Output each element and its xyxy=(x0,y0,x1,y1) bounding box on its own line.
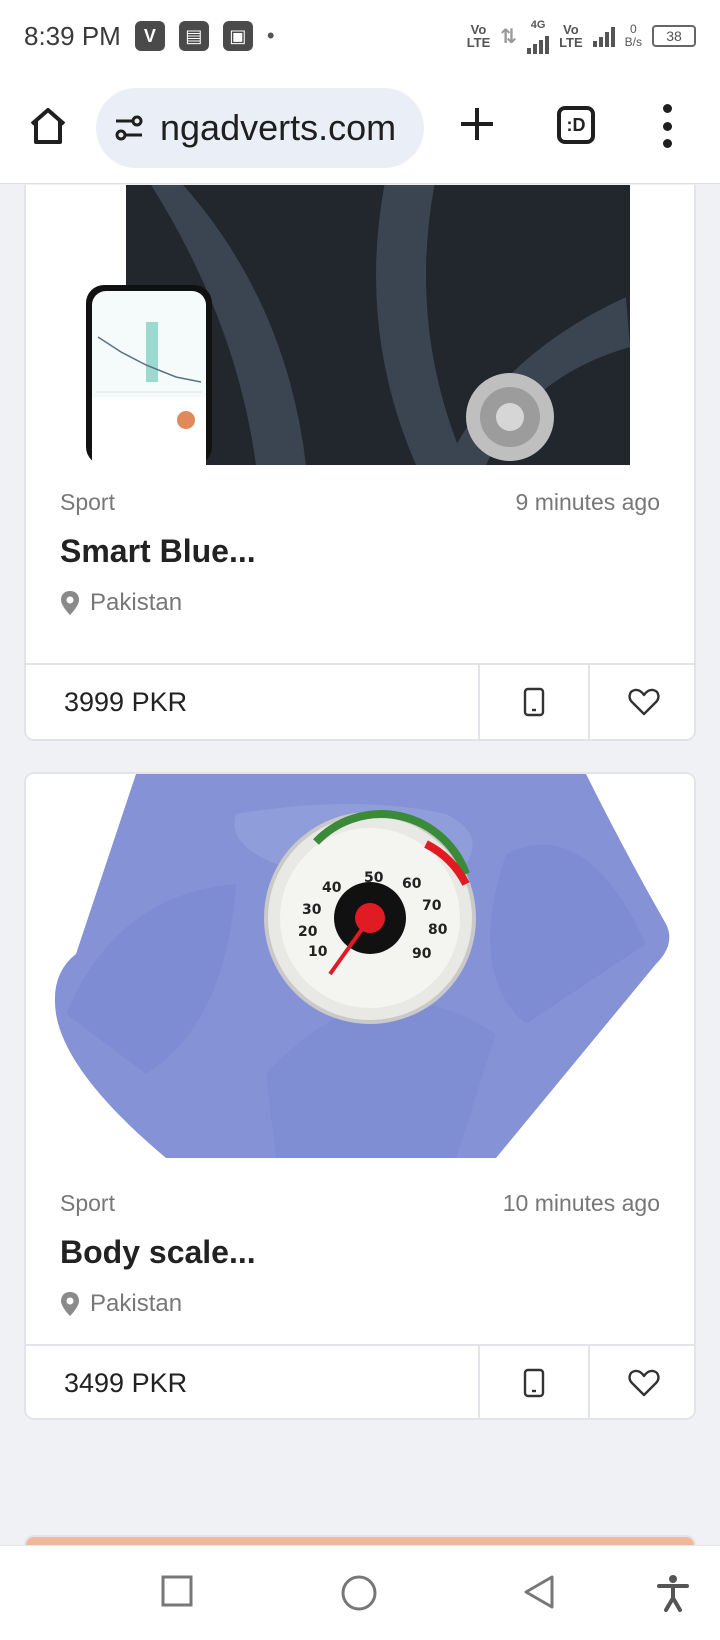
new-tab-icon[interactable] xyxy=(455,102,499,146)
menu-icon[interactable] xyxy=(662,104,672,148)
listing-title[interactable]: Body scale... xyxy=(60,1234,256,1271)
smart-scale-image xyxy=(86,185,630,465)
recent-apps-icon[interactable] xyxy=(160,1574,194,1608)
signal-icon xyxy=(592,25,615,47)
net-speed: 0 B/s xyxy=(624,22,642,49)
listing-price: 3999 PKR xyxy=(64,686,188,717)
svg-text:30: 30 xyxy=(302,902,322,918)
more-notifications-icon: • xyxy=(266,23,275,48)
svg-text:80: 80 xyxy=(428,922,448,938)
status-left: 8:39 PM V ▤ ▣ • xyxy=(24,21,275,52)
tab-switcher-button[interactable]: :D xyxy=(557,106,595,144)
listing-title[interactable]: Smart Blue... xyxy=(60,533,256,570)
svg-text:90: 90 xyxy=(412,946,432,962)
call-button[interactable] xyxy=(478,665,588,739)
listing-footer: 3999 PKR xyxy=(26,663,694,739)
svg-text:10: 10 xyxy=(308,944,328,960)
facebook-photo-icon: ▣ xyxy=(222,21,253,51)
next-listing-card-peek[interactable] xyxy=(24,1535,696,1545)
listing-card[interactable]: Sport 9 minutes ago Smart Blue... Pakist… xyxy=(24,185,696,741)
signal-4g-icon: 4G xyxy=(527,19,550,54)
location-pin-icon xyxy=(61,1292,79,1316)
site-settings-icon[interactable] xyxy=(112,111,146,145)
volte-1-icon: Vo LTE xyxy=(466,22,491,50)
back-icon[interactable] xyxy=(522,1574,556,1610)
sim-app-icon: ▤ xyxy=(178,21,209,51)
listing-footer: 3499 PKR xyxy=(26,1344,694,1418)
svg-text:40: 40 xyxy=(322,880,342,896)
call-button[interactable] xyxy=(478,1346,588,1418)
phone-icon xyxy=(523,1368,545,1398)
battery-icon: 38 xyxy=(652,25,696,47)
vpn-app-icon: V xyxy=(134,21,165,51)
listing-location: Pakistan xyxy=(60,1290,182,1318)
listing-category: Sport xyxy=(60,489,115,515)
address-bar[interactable]: ngadverts.com xyxy=(96,88,424,168)
heart-icon xyxy=(628,688,660,716)
svg-text:70: 70 xyxy=(422,898,442,914)
listing-image[interactable] xyxy=(26,185,694,465)
data-arrows-icon: ⇅ xyxy=(500,25,518,48)
status-right: Vo LTE ⇅ 4G Vo LTE 0 B/s 38 xyxy=(467,19,696,54)
volte-2-icon: Vo LTE xyxy=(559,22,583,50)
listing-price: 3499 PKR xyxy=(64,1367,188,1398)
home-icon[interactable] xyxy=(26,104,70,148)
location-pin-icon xyxy=(61,591,79,615)
svg-text:50: 50 xyxy=(364,870,384,886)
status-bar: 8:39 PM V ▤ ▣ • Vo LTE ⇅ 4G Vo LTE 0 B/s 38 xyxy=(0,0,720,72)
body-scale-image: 40 50 60 70 80 90 30 20 10 xyxy=(54,774,670,1158)
url-text[interactable]: ngadverts.com xyxy=(160,107,396,149)
listing-meta: Sport 9 minutes ago Smart Blue... Pakist… xyxy=(60,489,660,629)
accessibility-icon[interactable] xyxy=(656,1574,690,1612)
svg-text:20: 20 xyxy=(298,924,318,940)
listing-time: 10 minutes ago xyxy=(502,1190,660,1216)
favorite-button[interactable] xyxy=(588,1346,694,1418)
browser-toolbar: ngadverts.com :D xyxy=(0,72,720,184)
home-button-icon[interactable] xyxy=(340,1574,378,1612)
clock: 8:39 PM xyxy=(24,20,121,51)
listing-meta: Sport 10 minutes ago Body scale... Pakis… xyxy=(60,1190,660,1330)
listing-image[interactable]: 40 50 60 70 80 90 30 20 10 xyxy=(26,774,694,1158)
listing-location: Pakistan xyxy=(60,589,182,617)
listing-time: 9 minutes ago xyxy=(515,489,660,515)
listing-category: Sport xyxy=(60,1190,115,1216)
heart-icon xyxy=(628,1369,660,1397)
phone-icon xyxy=(523,687,545,717)
system-navigation-bar xyxy=(0,1545,720,1640)
listings-feed[interactable]: Sport 9 minutes ago Smart Blue... Pakist… xyxy=(0,185,720,1545)
listing-card[interactable]: 40 50 60 70 80 90 30 20 10 Sport 10 minu… xyxy=(24,772,696,1420)
svg-text:60: 60 xyxy=(402,876,422,892)
favorite-button[interactable] xyxy=(588,665,694,739)
